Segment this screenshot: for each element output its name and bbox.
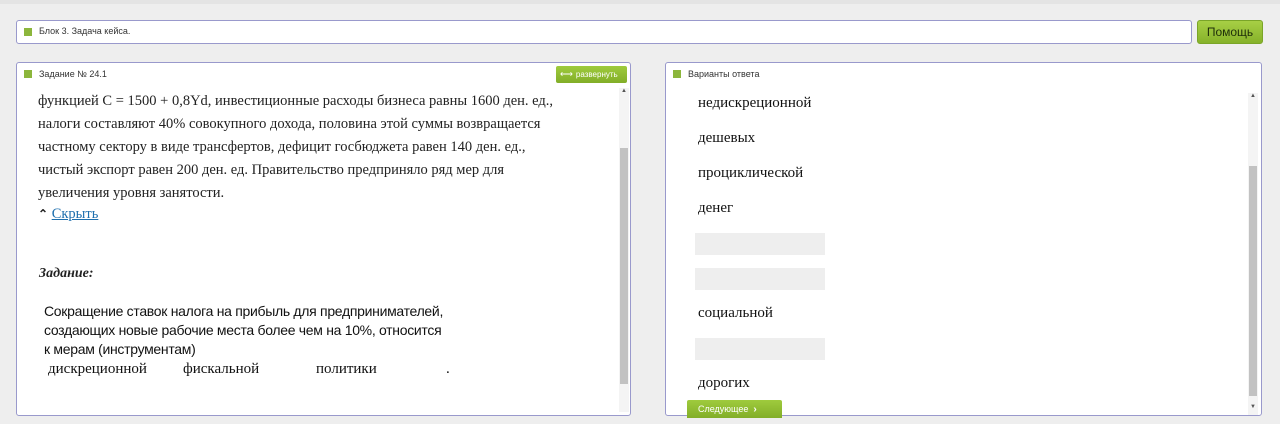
task-text-line: налоги составляют 40% совокупного дохода… — [38, 116, 541, 132]
options-scrollbar[interactable]: ▲ ▼ — [1248, 93, 1258, 415]
question-text: Сокращение ставок налога на прибыль для … — [44, 302, 484, 359]
chevron-right-icon: › — [753, 404, 757, 415]
expand-button[interactable]: ⟷ развернуть — [556, 66, 627, 83]
task-label: Задание: — [39, 266, 94, 281]
task-text: функцией С = 1500 + 0,8Yd, инвестиционны… — [38, 90, 588, 205]
hide-link-label: Скрыть — [51, 206, 99, 222]
next-label: Следующее — [698, 404, 749, 414]
task-text-line: частному сектору в виде трансфертов, деф… — [38, 139, 526, 155]
task-header: Задание № 24.1 — [39, 69, 107, 79]
green-square-icon — [24, 70, 32, 78]
answer-row: дискреционной фискальной политики . — [48, 361, 488, 381]
option-slot-empty — [695, 268, 825, 290]
answer-word-politiki: политики — [316, 361, 377, 377]
task-text-line: чистый экспорт равен 200 ден. ед. Правит… — [38, 162, 505, 178]
help-button[interactable]: Помощь — [1197, 20, 1263, 44]
options-panel: Варианты ответа недискреционной дешевых … — [665, 62, 1262, 418]
option-item[interactable]: недискреционной — [698, 95, 811, 112]
option-slot-empty — [695, 338, 825, 360]
options-header: Варианты ответа — [688, 69, 760, 79]
top-bar — [0, 0, 1280, 4]
question-line: создающих новые рабочие места более чем … — [44, 322, 442, 338]
scroll-up-icon[interactable]: ▲ — [620, 88, 628, 94]
scroll-thumb[interactable] — [620, 148, 628, 384]
scroll-thumb[interactable] — [1249, 166, 1257, 396]
answer-slot-2[interactable]: фискальной — [183, 361, 259, 378]
next-button[interactable]: Следующее › — [687, 400, 782, 418]
option-item[interactable]: социальной — [698, 305, 773, 322]
caret-up-icon: ⌃ — [38, 207, 49, 221]
question-line: к мерам (инструментам) — [44, 341, 196, 357]
task-scrollbar[interactable]: ▲ — [619, 88, 629, 412]
task-panel: Задание № 24.1 ⟷ развернуть функцией С = … — [16, 62, 631, 416]
option-item[interactable]: дешевых — [698, 130, 755, 147]
expand-arrows-icon: ⟷ — [560, 69, 573, 79]
answer-slot-1[interactable]: дискреционной — [48, 361, 147, 378]
task-text-line: функцией С = 1500 + 0,8Yd, инвестиционны… — [38, 93, 554, 109]
hide-link[interactable]: ⌃ Скрыть — [38, 206, 98, 223]
green-square-icon — [673, 70, 681, 78]
answer-period: . — [446, 361, 450, 377]
block-title-bar: Блок 3. Задача кейса. — [16, 20, 1192, 44]
option-item[interactable]: денег — [698, 200, 733, 217]
expand-label: развернуть — [575, 70, 618, 79]
scroll-up-icon[interactable]: ▲ — [1249, 93, 1257, 99]
block-title: Блок 3. Задача кейса. — [39, 26, 131, 36]
option-slot-empty — [695, 233, 825, 255]
option-item[interactable]: проциклической — [698, 165, 803, 182]
green-square-icon — [24, 28, 32, 36]
scroll-down-icon[interactable]: ▼ — [1249, 404, 1257, 410]
option-item[interactable]: дорогих — [698, 375, 750, 392]
task-text-line: увеличения уровня занятости. — [38, 185, 225, 201]
question-line: Сокращение ставок налога на прибыль для … — [44, 303, 444, 319]
